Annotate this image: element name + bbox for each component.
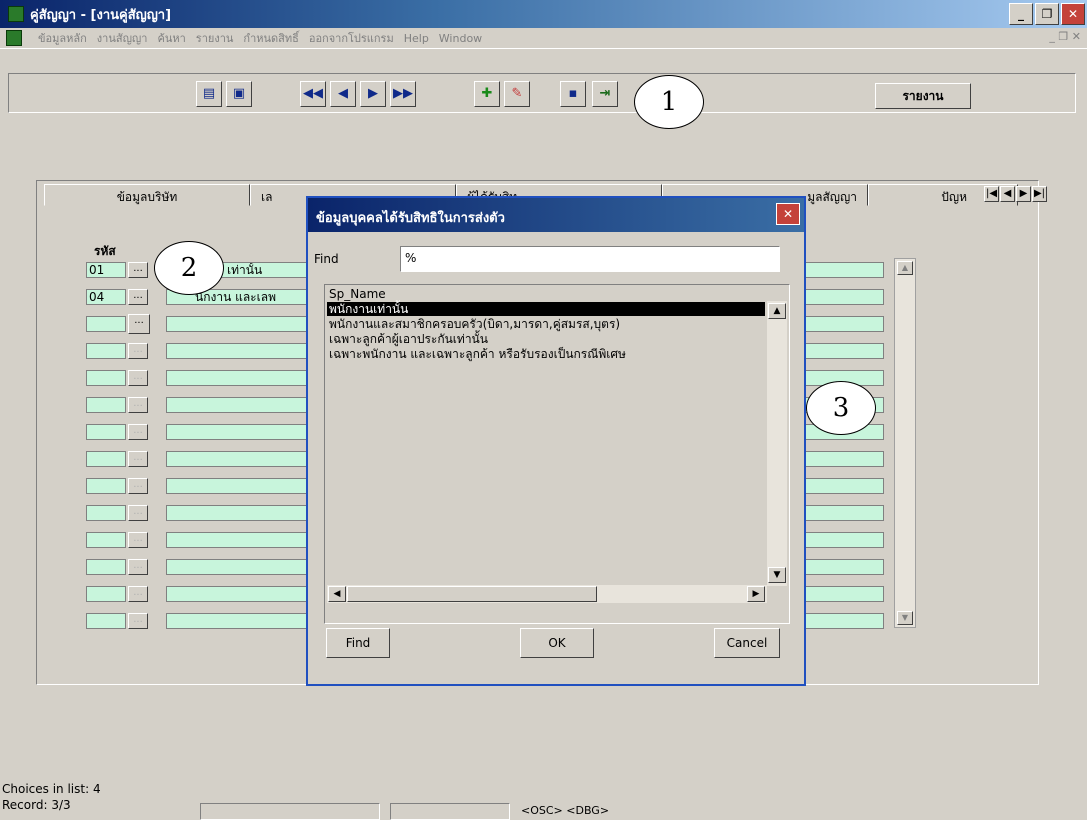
list-column-header: Sp_Name (329, 287, 386, 301)
lookup-button: ... (128, 532, 148, 548)
list-scroll-left-icon[interactable]: ◀ (328, 586, 346, 602)
callout-2: 2 (154, 241, 224, 295)
dbg-tag: <DBG> (566, 804, 610, 817)
scroll-down-icon[interactable]: ▼ (897, 611, 913, 625)
lookup-button: ... (128, 424, 148, 440)
status-bar: Choices in list: 4 Record: 3/3 <OSC> <DB… (0, 782, 1087, 820)
mode-tags: <OSC> <DBG> (521, 804, 609, 817)
code-cell[interactable] (86, 370, 126, 386)
dialog-title: ข้อมูลบุคคลได้รับสิทธิในการส่งตัว (308, 198, 804, 232)
menu-item-help[interactable]: Help (404, 32, 429, 45)
menu-item-contract-work[interactable]: งานสัญญา (97, 29, 148, 47)
choices-count: Choices in list: 4 (2, 782, 101, 796)
menu-item-exit[interactable]: ออกจากโปรแกรม (309, 29, 394, 47)
prev-record-icon[interactable]: ◀ (330, 81, 356, 107)
code-cell[interactable] (86, 478, 126, 494)
code-cell[interactable] (86, 505, 126, 521)
list-item[interactable]: เฉพาะพนักงาน และเฉพาะลูกค้า หรือรับรองเป… (327, 347, 765, 361)
menu-item-window[interactable]: Window (439, 32, 482, 45)
list-scroll-thumb[interactable] (347, 586, 597, 602)
preview-icon[interactable]: ▣ (226, 81, 252, 107)
exit-icon[interactable]: ⇥ (592, 81, 618, 107)
first-record-icon[interactable]: ◀◀ (300, 81, 326, 107)
window-titlebar: คู่สัญญา - [งานคู่สัญญา] _ ❐ ✕ (0, 0, 1087, 28)
code-cell[interactable] (86, 424, 126, 440)
lookup-button: ... (128, 451, 148, 467)
code-cell[interactable] (86, 451, 126, 467)
code-cell[interactable]: 01 (86, 262, 126, 278)
cancel-button[interactable]: Cancel (714, 628, 780, 658)
lookup-button: ... (128, 559, 148, 575)
menu-item-report[interactable]: รายงาน (196, 29, 234, 47)
toolbar: ▤ ▣ ◀◀ ◀ ▶ ▶▶ ✚ ✎ ▪ ⇥ รายงาน (0, 48, 1087, 120)
callout-3: 3 (806, 381, 876, 435)
list-scroll-up-icon[interactable]: ▲ (768, 303, 786, 319)
find-button[interactable]: Find (326, 628, 390, 658)
lookup-button: ... (128, 613, 148, 629)
list-scroll-right-icon[interactable]: ▶ (747, 586, 765, 602)
next-record-icon[interactable]: ▶ (360, 81, 386, 107)
find-input[interactable]: % (400, 246, 780, 272)
choice-list: Sp_Name พนักงานเท่านั้น พนักงานและสมาชิก… (324, 284, 790, 624)
scroll-up-icon[interactable]: ▲ (897, 261, 913, 275)
grid-scrollbar[interactable]: ▲ ▼ (894, 258, 916, 628)
mdi-app-icon[interactable] (6, 30, 22, 46)
restore-button[interactable]: ❐ (1035, 3, 1059, 25)
app-icon (8, 6, 24, 22)
lookup-button: ... (128, 586, 148, 602)
list-item[interactable]: พนักงานและสมาชิกครอบครัว(บิดา,มารดา,คู่ส… (327, 317, 765, 331)
list-vertical-scrollbar[interactable]: ▲ ▼ (767, 301, 787, 586)
code-cell[interactable] (86, 397, 126, 413)
record-indicator: Record: 3/3 (2, 798, 71, 812)
lookup-button[interactable]: ... (128, 289, 148, 305)
find-label: Find (314, 252, 339, 266)
tab-next-icon[interactable]: ▶ (1016, 186, 1031, 202)
report-button[interactable]: รายงาน (875, 83, 971, 109)
osc-tag: <OSC> (521, 804, 563, 817)
print-icon[interactable]: ▤ (196, 81, 222, 107)
lookup-button: ... (128, 478, 148, 494)
new-record-icon[interactable]: ✚ (474, 81, 500, 107)
tab-navigation: |◀ ◀ ▶ ▶| (984, 186, 1047, 202)
code-cell[interactable] (86, 316, 126, 332)
tab-last-icon[interactable]: ▶| (1032, 186, 1047, 202)
list-horizontal-scrollbar[interactable]: ◀ ▶ (327, 585, 767, 603)
code-cell[interactable] (86, 559, 126, 575)
status-panel (200, 803, 380, 820)
code-cell[interactable]: 04 (86, 289, 126, 305)
ok-button[interactable]: OK (520, 628, 594, 658)
last-record-icon[interactable]: ▶▶ (390, 81, 416, 107)
lookup-button: ... (128, 397, 148, 413)
callout-1: 1 (634, 75, 704, 129)
code-cell[interactable] (86, 613, 126, 629)
list-scroll-down-icon[interactable]: ▼ (768, 567, 786, 583)
minimize-button[interactable]: _ (1009, 3, 1033, 25)
list-item[interactable]: พนักงานเท่านั้น (327, 302, 765, 316)
close-button[interactable]: ✕ (1061, 3, 1085, 25)
menu-item-permissions[interactable]: กำหนดสิทธิ์ (243, 29, 298, 47)
tab-prev-icon[interactable]: ◀ (1000, 186, 1015, 202)
code-column-header: รหัส (94, 244, 116, 258)
mdi-window-controls[interactable]: _ ❐ ✕ (1049, 30, 1081, 43)
tab-company-info[interactable]: ข้อมูลบริษัท (44, 184, 250, 206)
lookup-dialog: ข้อมูลบุคคลได้รับสิทธิในการส่งตัว ✕ Find… (306, 196, 806, 686)
menu-item-search[interactable]: ค้นหา (157, 29, 185, 47)
dialog-close-button[interactable]: ✕ (776, 203, 800, 225)
code-cell[interactable] (86, 586, 126, 602)
window-title: คู่สัญญา - [งานคู่สัญญา] (30, 7, 172, 23)
menu-bar: ข้อมูลหลัก งานสัญญา ค้นหา รายงาน กำหนดสิ… (0, 28, 1087, 48)
lookup-button[interactable]: ... (128, 262, 148, 278)
code-cell[interactable] (86, 343, 126, 359)
code-cell[interactable] (86, 532, 126, 548)
status-panel (390, 803, 510, 820)
delete-record-icon[interactable]: ✎ (504, 81, 530, 107)
save-icon[interactable]: ▪ (560, 81, 586, 107)
lookup-button: ... (128, 343, 148, 359)
menu-item-master-data[interactable]: ข้อมูลหลัก (38, 29, 87, 47)
tab-first-icon[interactable]: |◀ (984, 186, 999, 202)
lookup-button: ... (128, 505, 148, 521)
lookup-button: ... (128, 370, 148, 386)
lookup-button[interactable]: ... (128, 314, 150, 334)
list-item[interactable]: เฉพาะลูกค้าผู้เอาประกันเท่านั้น (327, 332, 765, 346)
